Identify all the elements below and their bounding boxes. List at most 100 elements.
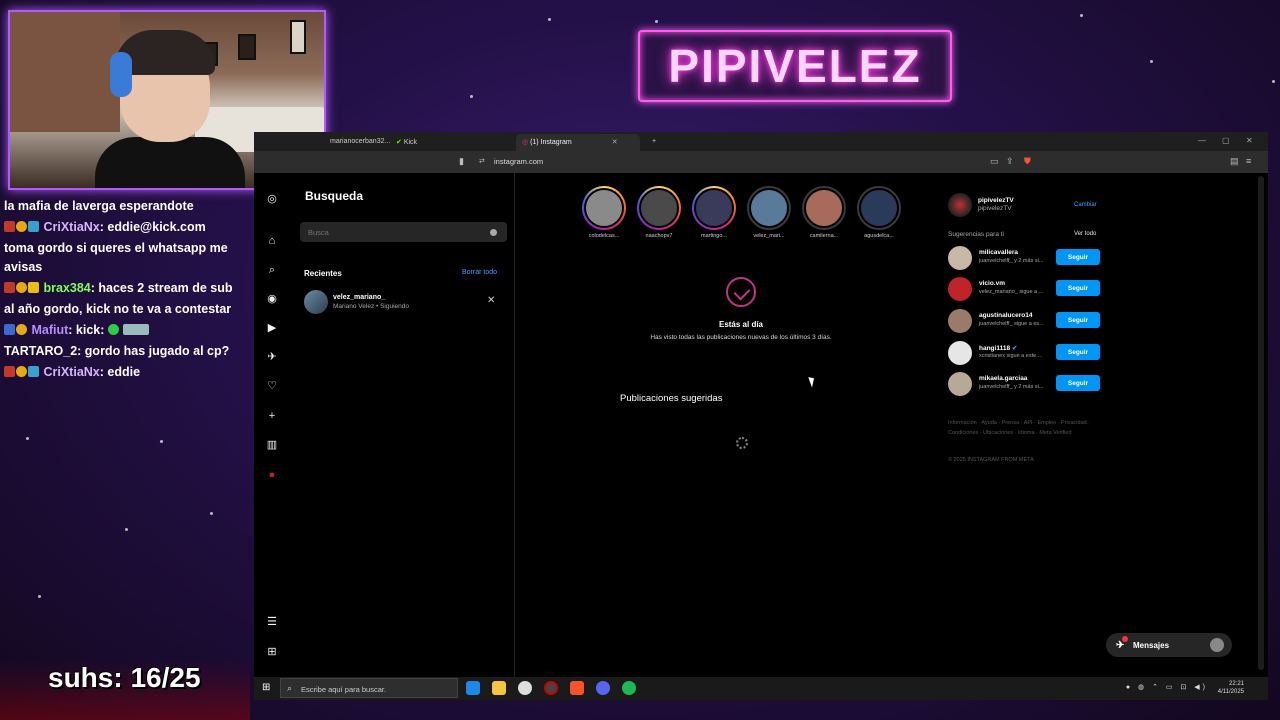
- chat-text: : kick:: [68, 323, 105, 337]
- maximize-icon[interactable]: ▢: [1222, 136, 1230, 145]
- search-input[interactable]: [300, 222, 507, 242]
- minimize-icon[interactable]: —: [1198, 136, 1206, 145]
- story-item[interactable]: velez_mari...: [747, 186, 791, 239]
- profile-avatar[interactable]: ●: [266, 469, 278, 481]
- story-username: camilerna...: [809, 233, 839, 239]
- stream-chat: la mafia de laverga esperandote CriXtiaN…: [0, 196, 244, 383]
- channel-logo: PIPIVELEZ: [638, 30, 952, 102]
- recent-username[interactable]: velez_mariano_: [333, 294, 385, 301]
- chat-username[interactable]: CriXtiaNx: [43, 220, 99, 234]
- chat-username[interactable]: TARTARO_2: [4, 344, 77, 358]
- address-bar: ▮ ⇄ instagram.com ▭ ⇪ ⛊ ▤ ≡: [254, 151, 1268, 173]
- avatar[interactable]: [948, 246, 972, 270]
- window-icon[interactable]: ▭: [990, 156, 999, 167]
- chat-username[interactable]: Mafiut: [31, 323, 68, 337]
- app-icon[interactable]: [466, 681, 480, 695]
- follow-button[interactable]: Seguir: [1056, 344, 1100, 360]
- clear-all-link[interactable]: Borrar todo: [462, 269, 497, 276]
- avatar: [859, 188, 899, 228]
- explore-icon[interactable]: ◉: [266, 293, 278, 305]
- suggestion-meta: xcristianex sigue a este ...: [979, 353, 1043, 359]
- scrollbar[interactable]: [1258, 176, 1264, 670]
- story-item[interactable]: agusdelca...: [857, 186, 901, 239]
- bookmark-icon[interactable]: ▮: [459, 156, 464, 167]
- remove-recent-icon[interactable]: ✕: [487, 295, 495, 306]
- chat-text: : eddie@kick.com: [99, 220, 206, 234]
- browser-tab-active[interactable]: ◎ (1) Instagram ✕: [516, 134, 640, 151]
- create-icon[interactable]: +: [266, 410, 278, 422]
- suggestion-username[interactable]: vicio.vm: [979, 280, 1005, 287]
- taskbar-clock[interactable]: 22:21 4/11/2025: [1218, 680, 1244, 696]
- brave-browser-icon[interactable]: [570, 681, 584, 695]
- follow-button[interactable]: Seguir: [1056, 249, 1100, 265]
- suggestion-meta: juanvelchelff_ sigue a es...: [979, 321, 1044, 327]
- profile-username[interactable]: pipivelezTV: [978, 197, 1014, 204]
- url-field[interactable]: instagram.com: [494, 157, 543, 166]
- spotify-icon[interactable]: [622, 681, 636, 695]
- notifications-icon[interactable]: ♡: [266, 380, 278, 392]
- chat-username[interactable]: brax384: [43, 281, 90, 295]
- sub-badge-icon: [4, 282, 15, 293]
- suggestion-username[interactable]: agustinalucero14: [979, 312, 1032, 319]
- instagram-logo-icon[interactable]: ◎: [266, 193, 278, 205]
- more-menu-icon[interactable]: ☰: [266, 616, 278, 628]
- follow-button[interactable]: Seguir: [1056, 312, 1100, 328]
- chat-username[interactable]: CriXtiaNx: [43, 365, 99, 379]
- messages-button[interactable]: ✈ Mensajes: [1106, 633, 1232, 657]
- footer-links[interactable]: Información · Ayuda · Prensa · API · Emp…: [948, 418, 1108, 438]
- story-item[interactable]: naachopv7: [637, 186, 681, 239]
- chatgpt-icon[interactable]: [518, 681, 532, 695]
- star: [125, 528, 128, 531]
- brave-shield-icon[interactable]: ⛊: [1024, 156, 1031, 167]
- clear-search-icon[interactable]: [490, 229, 497, 236]
- messages-icon[interactable]: ✈: [266, 351, 278, 363]
- avatar[interactable]: [304, 290, 328, 314]
- switch-account-link[interactable]: Cambiar: [1074, 202, 1097, 208]
- close-window-icon[interactable]: ✕: [1246, 136, 1253, 145]
- avatar[interactable]: [948, 341, 972, 365]
- close-tab-icon[interactable]: ✕: [612, 139, 618, 146]
- suggestion-row: milicavallera juanvelchelff_ y 2 más si.…: [948, 246, 1108, 270]
- story-ring: [802, 186, 846, 230]
- taskbar-search[interactable]: ⌕ Escribe aquí para buscar.: [280, 678, 458, 698]
- gift-badge-icon: [16, 282, 27, 293]
- site-info-icon[interactable]: ⇄: [479, 157, 485, 165]
- star: [1080, 14, 1083, 17]
- windows-taskbar: ⊞ ⌕ Escribe aquí para buscar. ● ◍ ⌃ ▭ ⊡ …: [254, 677, 1268, 700]
- browser-tab[interactable]: marianocerban32...: [324, 134, 396, 151]
- file-explorer-icon[interactable]: [492, 681, 506, 695]
- sidebar-icon[interactable]: ▤: [1230, 156, 1239, 167]
- dashboard-icon[interactable]: ▥: [266, 439, 278, 451]
- suggestion-username[interactable]: mikaela.garciaa: [979, 375, 1027, 382]
- story-item[interactable]: camilerna...: [802, 186, 846, 239]
- suggestions-heading: Sugerencias para ti: [948, 231, 1005, 238]
- avatar[interactable]: [948, 309, 972, 333]
- discord-icon[interactable]: [596, 681, 610, 695]
- windows-start-icon[interactable]: ⊞: [262, 682, 270, 693]
- story-item[interactable]: martingo...: [692, 186, 736, 239]
- reels-icon[interactable]: ▶: [266, 322, 278, 334]
- avatar[interactable]: [948, 372, 972, 396]
- share-icon[interactable]: ⇪: [1006, 156, 1014, 167]
- story-username: agusdelca...: [864, 233, 894, 239]
- system-tray[interactable]: ● ◍ ⌃ ▭ ⊡ ◀): [1126, 683, 1208, 691]
- menu-icon[interactable]: ≡: [1246, 156, 1251, 166]
- search-icon[interactable]: ⌕: [266, 264, 278, 276]
- follow-button[interactable]: Seguir: [1056, 280, 1100, 296]
- new-tab-button[interactable]: +: [646, 134, 662, 151]
- avatar[interactable]: [948, 193, 972, 217]
- sub-badge-icon: [4, 221, 15, 232]
- avatar[interactable]: [948, 277, 972, 301]
- obs-icon[interactable]: [544, 681, 558, 695]
- follow-button[interactable]: Seguir: [1056, 375, 1100, 391]
- suggestion-username[interactable]: hangi1118 ✔: [979, 344, 1017, 352]
- home-icon[interactable]: ⌂: [266, 235, 278, 247]
- see-all-link[interactable]: Ver todo: [1074, 231, 1096, 237]
- messages-label: Mensajes: [1133, 641, 1170, 650]
- tab-label: Kick: [403, 139, 418, 146]
- suggestion-username[interactable]: milicavallera: [979, 249, 1018, 256]
- threads-icon[interactable]: ⊞: [266, 646, 278, 658]
- browser-tab[interactable]: ✔ Kick: [390, 134, 423, 151]
- story-item[interactable]: colodelcas...: [582, 186, 626, 239]
- suggestion-row: mikaela.garciaa juanvelchelff_ y 2 más s…: [948, 372, 1108, 396]
